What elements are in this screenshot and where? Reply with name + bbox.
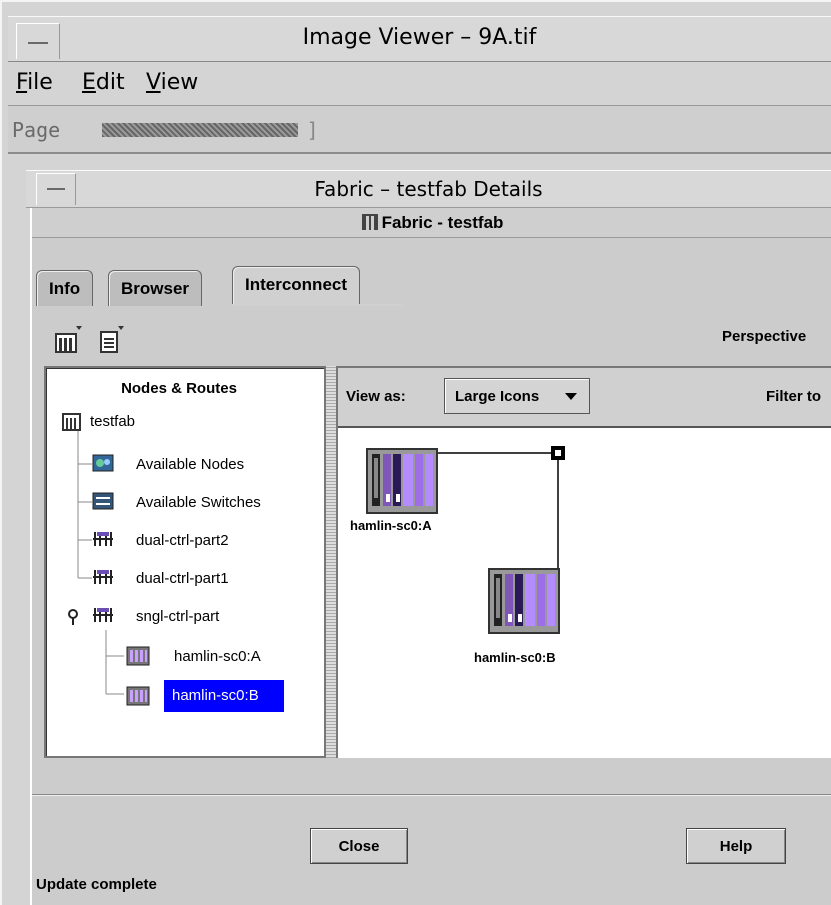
tab-browser[interactable]: Browser [108, 270, 203, 306]
menu-edit[interactable]: Edit [82, 70, 125, 95]
canvas-node-hamlin-sc0-b[interactable]: hamlin-sc0:B [474, 568, 608, 665]
tree-item-label: dual-ctrl-part1 [136, 570, 229, 587]
window-title: Image Viewer – 9A.tif [302, 25, 537, 50]
close-button[interactable]: Close [310, 828, 408, 864]
partition-icon [93, 608, 113, 622]
tree-item-label: hamlin-sc0:A [174, 648, 261, 665]
tree-item-dual-ctrl-part2[interactable]: dual-ctrl-part2 [92, 528, 322, 554]
menu-view-label-rest: iew [160, 70, 199, 95]
tree-item-label: testfab [90, 413, 136, 430]
canvas-node-hamlin-sc0-a[interactable]: hamlin-sc0:A [350, 448, 476, 538]
canvas-node-label: hamlin-sc0:B [474, 650, 556, 665]
view-as-dropdown[interactable]: Large Icons [444, 378, 590, 414]
interconnect-view-panel: View as: Large Icons Filter to hamlin-sc… [336, 366, 831, 758]
menu-file-mnemonic: F [16, 70, 28, 95]
switch-junction-icon[interactable] [550, 445, 566, 461]
view-as-label: View as: [346, 388, 406, 405]
chevron-down-icon [565, 393, 577, 400]
page-scroll-track[interactable] [102, 123, 298, 137]
menu-edit-mnemonic: E [82, 70, 96, 95]
tree-item-sngl-ctrl-part[interactable]: sngl-ctrl-part [64, 604, 322, 630]
report-menu-icon[interactable] [98, 322, 128, 356]
fabric-icon [62, 413, 81, 431]
tab-info-label: Info [49, 279, 81, 298]
canvas-node-label: hamlin-sc0:A [350, 518, 432, 533]
tree-item-dual-ctrl-part1[interactable]: dual-ctrl-part1 [92, 566, 322, 592]
node-large-icon [366, 448, 438, 514]
partition-icon [93, 570, 113, 584]
fabric-icon [361, 214, 378, 230]
tree-item-testfab[interactable]: testfab [56, 408, 336, 438]
tree-item-label-selected: hamlin-sc0:B [164, 680, 284, 712]
fabric-menu-icon[interactable] [54, 322, 84, 356]
menu-view[interactable]: View [146, 70, 198, 95]
menu-bar: File Edit View [8, 62, 831, 106]
page-bracket: ] [308, 118, 316, 142]
tree-item-label: Available Nodes [136, 456, 245, 473]
tab-info[interactable]: Info [36, 270, 94, 306]
tab-interconnect[interactable]: Interconnect [232, 266, 361, 306]
details-window-title: Fabric – testfab Details [314, 177, 543, 201]
node-icon [126, 646, 150, 666]
details-window-title-bar[interactable]: Fabric – testfab Details [26, 170, 831, 208]
pane-splitter[interactable] [326, 366, 336, 758]
window-title-bar[interactable]: Image Viewer – 9A.tif [8, 16, 831, 62]
node-large-icon [488, 568, 560, 634]
menu-file-label-rest: ile [27, 70, 53, 95]
tree-item-available-nodes[interactable]: Available Nodes [92, 452, 322, 478]
perspective-label: Perspective [722, 328, 807, 345]
tree-item-label: dual-ctrl-part2 [136, 532, 229, 549]
tab-browser-label: Browser [121, 279, 190, 298]
switches-icon [92, 492, 114, 510]
dialog-header: Fabric - testfab [32, 208, 831, 238]
expand-handle-icon[interactable] [66, 608, 80, 626]
topology-canvas[interactable]: hamlin-sc0:A hamlin-sc0:B [338, 426, 831, 758]
help-button[interactable]: Help [686, 828, 786, 864]
tree-item-available-switches[interactable]: Available Switches [92, 490, 322, 516]
tree-item-hamlin-sc0-a[interactable]: hamlin-sc0:A [124, 644, 324, 670]
node-icon [126, 686, 150, 706]
page-label: Page [12, 118, 61, 142]
tree-item-label: Available Switches [136, 494, 261, 511]
view-as-value: Large Icons [455, 388, 540, 405]
status-message: Update complete [36, 876, 157, 893]
dialog-header-label: Fabric - testfab [381, 213, 504, 232]
fabric-details-dialog: Fabric - testfab Info Browser Interconne… [30, 208, 831, 905]
dialog-header-title: Fabric - testfab [32, 213, 831, 233]
menu-edit-label-rest: dit [95, 70, 125, 95]
tree-item-label: sngl-ctrl-part [136, 608, 220, 625]
button-area-separator [32, 794, 831, 796]
nodes-icon [92, 454, 114, 472]
page-bar: Page ] [8, 106, 831, 154]
filter-to-label: Filter to [766, 388, 821, 405]
menu-view-mnemonic: V [146, 70, 161, 95]
menu-file[interactable]: File [16, 70, 53, 95]
tree-item-hamlin-sc0-b[interactable]: hamlin-sc0:B [124, 680, 324, 712]
active-tab-underline [232, 304, 402, 306]
partition-icon [93, 532, 113, 546]
tab-interconnect-label: Interconnect [245, 275, 348, 294]
nodes-routes-tree: Nodes & Routes testfab Available Nodes A… [44, 366, 326, 758]
